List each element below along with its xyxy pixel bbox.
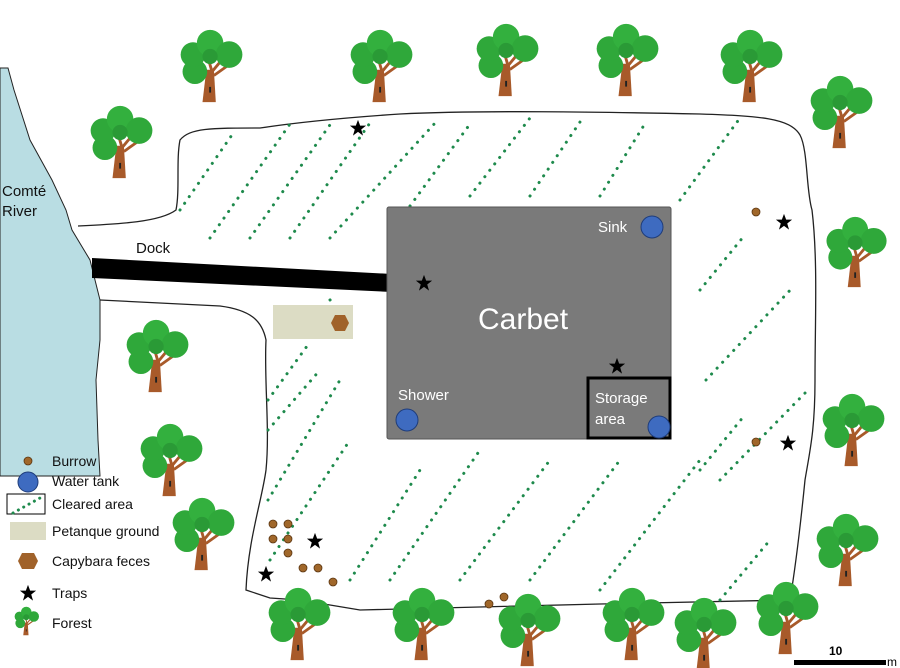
burrow xyxy=(268,534,278,544)
legend-item-cleared-area: Cleared area xyxy=(6,491,133,517)
tree-icon xyxy=(755,580,820,656)
tree-icon xyxy=(719,28,784,104)
trap-star-icon xyxy=(306,532,324,549)
dock xyxy=(92,258,392,292)
burrow xyxy=(751,207,761,217)
sink-label: Sink xyxy=(598,219,628,236)
legend-item-capybara-feces: Capybara feces xyxy=(6,548,150,574)
scale-bar-line xyxy=(794,660,886,665)
tree-icon xyxy=(673,596,738,668)
legend-label: Capybara feces xyxy=(52,553,151,569)
burrow xyxy=(268,519,278,529)
legend-label: Petanque ground xyxy=(52,523,160,539)
burrow xyxy=(499,592,509,602)
burrow xyxy=(283,548,293,558)
tree-icon xyxy=(349,28,414,104)
burrow xyxy=(751,437,761,447)
tree-icon xyxy=(171,496,236,572)
legend-label: Water tank xyxy=(52,473,120,489)
storage-label-line1: Storage xyxy=(595,390,648,407)
tree-icon xyxy=(14,606,40,636)
trap-star-icon xyxy=(775,213,793,230)
legend-item-petanque: Petanque ground xyxy=(6,518,159,544)
burrow xyxy=(283,519,293,529)
burrow xyxy=(283,534,293,544)
burrow xyxy=(298,563,308,573)
shower-water-tank xyxy=(395,408,419,432)
cleared-area-icon xyxy=(6,493,46,515)
burrow xyxy=(328,577,338,587)
comte-river xyxy=(0,67,101,477)
sink-water-tank xyxy=(640,215,664,239)
scale-bar-value: 10 xyxy=(829,644,843,658)
tree-icon xyxy=(825,215,889,289)
storage-water-tank xyxy=(647,415,671,439)
tree-icon xyxy=(391,586,456,662)
trap-star-icon xyxy=(779,434,797,451)
tree-icon xyxy=(601,586,666,662)
dock-label: Dock xyxy=(136,240,171,257)
tree-icon xyxy=(475,22,540,98)
trap-star-icon xyxy=(349,119,367,136)
capybara-feces-icon xyxy=(18,553,38,569)
river-label-line2: River xyxy=(2,203,37,220)
carbet-label: Carbet xyxy=(478,303,569,336)
tree-icon xyxy=(179,28,244,104)
petanque-ground-icon xyxy=(10,522,46,540)
tree-icon xyxy=(809,74,874,150)
legend-item-forest: Forest xyxy=(6,606,92,636)
shower-label: Shower xyxy=(398,387,449,404)
burrow xyxy=(484,599,494,609)
legend-label: Forest xyxy=(52,615,92,631)
burrow xyxy=(313,563,323,573)
tree-icon xyxy=(89,104,154,180)
legend-label: Cleared area xyxy=(52,496,133,512)
trap-star-icon xyxy=(19,584,37,601)
tree-icon xyxy=(595,22,660,98)
tree-icon xyxy=(125,318,190,394)
legend-label: Burrow xyxy=(52,453,97,469)
tree-icon xyxy=(815,512,880,588)
trap-star-icon xyxy=(257,565,275,582)
scale-bar-unit: m xyxy=(887,655,897,668)
legend-item-traps: Traps xyxy=(6,580,87,606)
tree-icon xyxy=(821,392,886,468)
tree-icon xyxy=(139,422,204,498)
storage-label-line2: area xyxy=(595,411,626,428)
river-label-line1: Comté xyxy=(2,183,46,200)
scale-bar: 10 m xyxy=(794,644,897,668)
legend-label: Traps xyxy=(52,585,88,601)
